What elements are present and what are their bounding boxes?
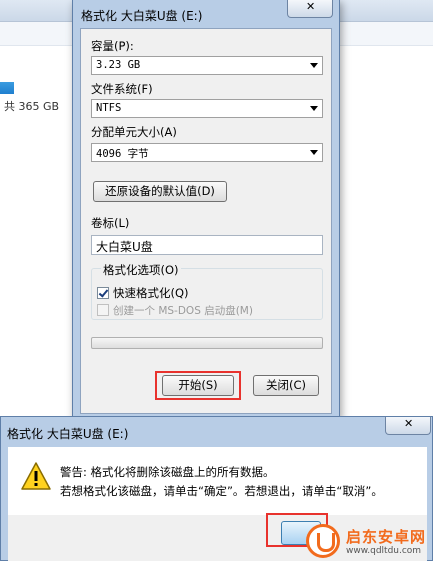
capacity-value: 3.23 GB: [96, 59, 141, 71]
quick-format-label[interactable]: 快速格式化(Q): [113, 285, 189, 301]
format-options-legend: 格式化选项(O): [101, 262, 181, 278]
watermark-logo-icon: [306, 524, 340, 558]
format-dialog-body: 容量(P): 3.23 GB 文件系统(F) NTFS 分配单元大小(A) 40…: [80, 28, 332, 414]
warning-message-area: 警告: 格式化将删除该磁盘上的所有数据。 若想格式化该磁盘，请单击“确定”。若想…: [8, 447, 427, 515]
capacity-select[interactable]: 3.23 GB: [91, 56, 323, 75]
msdos-boot-checkbox[interactable]: [97, 304, 109, 316]
watermark: 启东安卓网 www.qdltdu.com: [306, 522, 433, 561]
allocation-label: 分配单元大小(A): [91, 125, 177, 139]
chevron-down-icon: [310, 63, 318, 68]
volume-label-label: 卷标(L): [91, 216, 130, 230]
allocation-select[interactable]: 4096 字节: [91, 143, 323, 162]
format-dialog: 格式化 大白菜U盘 (E:) ✕ 容量(P): 3.23 GB 文件系统(F) …: [72, 0, 340, 420]
chevron-down-icon: [310, 106, 318, 111]
close-button[interactable]: 关闭(C): [253, 375, 319, 396]
capacity-label: 容量(P):: [91, 39, 134, 53]
warning-dialog-close-button[interactable]: ✕: [385, 417, 431, 435]
format-dialog-title: 格式化 大白菜U盘 (E:): [81, 9, 203, 23]
quick-format-checkbox[interactable]: [97, 287, 109, 299]
warning-triangle-icon: [21, 462, 51, 490]
watermark-url: www.qdltdu.com: [346, 546, 422, 556]
start-button-highlight: [155, 371, 241, 400]
warning-message-line1: 警告: 格式化将删除该磁盘上的所有数据。: [60, 465, 275, 479]
filesystem-select[interactable]: NTFS: [91, 99, 323, 118]
warning-dialog-title: 格式化 大白菜U盘 (E:): [7, 427, 129, 441]
format-progress-bar: [91, 337, 323, 349]
watermark-name: 启东安卓网: [346, 528, 427, 546]
chevron-down-icon: [310, 150, 318, 155]
volume-label-input[interactable]: 大白菜U盘: [91, 235, 323, 255]
close-icon: ✕: [306, 0, 316, 13]
filesystem-value: NTFS: [96, 102, 122, 114]
allocation-value: 4096 字节: [96, 148, 149, 160]
drive-total-size: 共 365 GB: [4, 100, 60, 113]
restore-defaults-button[interactable]: 还原设备的默认值(D): [93, 181, 227, 202]
format-dialog-close-button[interactable]: ✕: [287, 0, 333, 18]
msdos-boot-label: 创建一个 MS-DOS 启动盘(M): [113, 305, 253, 317]
drive-usage-bar: [0, 82, 14, 94]
filesystem-label: 文件系统(F): [91, 82, 153, 96]
close-icon: ✕: [404, 417, 414, 430]
warning-message-line2: 若想格式化该磁盘，请单击“确定”。若想退出，请单击“取消”。: [60, 484, 383, 498]
